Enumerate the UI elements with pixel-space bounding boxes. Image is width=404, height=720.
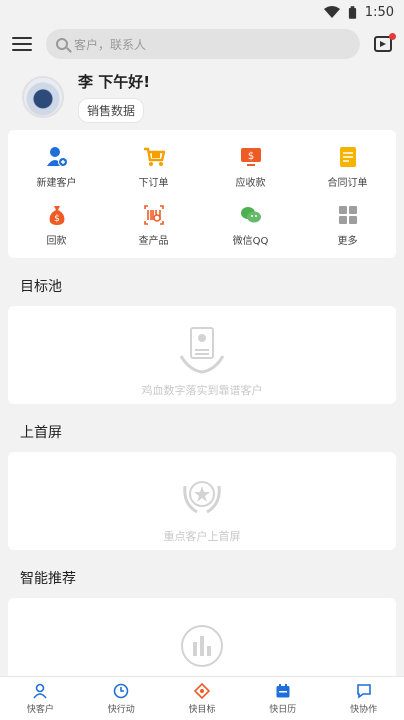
action-new-customer[interactable]: 新建客户	[8, 138, 105, 196]
action-label: 查产品	[138, 235, 169, 247]
section-title: 智能推荐	[8, 558, 396, 598]
target-icon	[193, 682, 210, 699]
home-screen-card[interactable]: 重点客户上首屏	[8, 452, 396, 550]
target-pool-card[interactable]: 鸡血数字落实到靠谱客户	[8, 306, 396, 404]
action-place-order[interactable]: 下订单	[105, 138, 202, 196]
search-icon	[56, 38, 68, 50]
top-bar: 客户，联系人	[0, 24, 404, 64]
greeting-text: 李 下午好!	[78, 73, 151, 91]
clock-icon	[113, 683, 129, 698]
svg-text:$: $	[54, 214, 60, 224]
action-label: 应收款	[235, 177, 266, 189]
action-label: 新建客户	[36, 177, 77, 189]
tab-label: 快协作	[350, 704, 378, 715]
action-label: 回款	[46, 235, 67, 247]
action-collections[interactable]: $ 回款	[8, 196, 105, 254]
cart-icon	[143, 147, 165, 166]
action-label: 合同订单	[327, 177, 368, 189]
tab-collaboration[interactable]: 快协作	[323, 677, 404, 720]
action-label: 更多	[337, 235, 358, 247]
contract-icon	[339, 146, 356, 167]
tab-calendar[interactable]: 快日历	[242, 677, 323, 720]
section-title: 目标池	[8, 266, 396, 306]
action-label: 下订单	[138, 177, 169, 189]
action-search-product[interactable]: 查产品	[105, 196, 202, 254]
section-title: 上首屏	[8, 412, 396, 452]
bar-chart-icon	[181, 625, 223, 667]
action-wechat-qq[interactable]: 微信QQ	[202, 196, 299, 254]
add-user-icon	[46, 146, 68, 167]
search-input[interactable]: 客户，联系人	[46, 29, 360, 59]
calendar-icon	[276, 683, 290, 697]
menu-icon[interactable]	[12, 37, 32, 51]
action-label: 微信QQ	[232, 235, 269, 247]
wechat-icon	[240, 206, 261, 222]
action-receivables[interactable]: $ 应收款	[202, 138, 299, 196]
section-target-pool: 目标池 鸡血数字落实到靠谱客户	[8, 266, 396, 404]
barcode-icon	[143, 204, 164, 225]
resume-hand-icon	[179, 327, 225, 374]
avatar[interactable]	[22, 76, 64, 118]
tab-customers[interactable]: 快客户	[0, 677, 81, 720]
bottom-tab-bar: 快客户 快行动 快目标 快日历 快协作	[0, 676, 404, 720]
tab-label: 快行动	[107, 704, 135, 715]
person-icon	[33, 683, 48, 699]
tab-targets[interactable]: 快目标	[162, 677, 243, 720]
wifi-icon	[323, 6, 340, 18]
section-caption: 鸡血数字落实到靠谱客户	[141, 384, 263, 397]
search-placeholder: 客户，联系人	[74, 37, 147, 52]
profile-header: 李 下午好! 销售数据	[0, 64, 404, 130]
action-contract-orders[interactable]: 合同订单	[299, 138, 396, 196]
money-bag-icon: $	[49, 205, 64, 225]
tab-actions[interactable]: 快行动	[81, 677, 162, 720]
grid-icon	[338, 205, 357, 224]
tab-label: 快日历	[269, 704, 297, 715]
star-badge-icon	[183, 481, 221, 514]
status-time: 1:50	[364, 4, 394, 20]
video-message-icon[interactable]	[374, 33, 396, 52]
tab-label: 快客户	[26, 704, 54, 715]
action-more[interactable]: 更多	[299, 196, 396, 254]
svg-text:$: $	[247, 151, 253, 162]
status-bar: 1:50	[0, 0, 404, 24]
battery-icon	[348, 5, 356, 19]
monitor-dollar-icon: $	[240, 147, 261, 166]
sales-data-button[interactable]: 销售数据	[78, 98, 145, 123]
tab-label: 快目标	[188, 704, 216, 715]
section-caption: 重点客户上首屏	[163, 530, 241, 543]
chat-icon	[356, 683, 371, 699]
quick-actions-grid: 新建客户 下订单 $ 应收款 合同订单 $ 回款 查产品 微信QQ 更多	[8, 130, 396, 258]
section-home-screen: 上首屏 重点客户上首屏	[8, 412, 396, 550]
